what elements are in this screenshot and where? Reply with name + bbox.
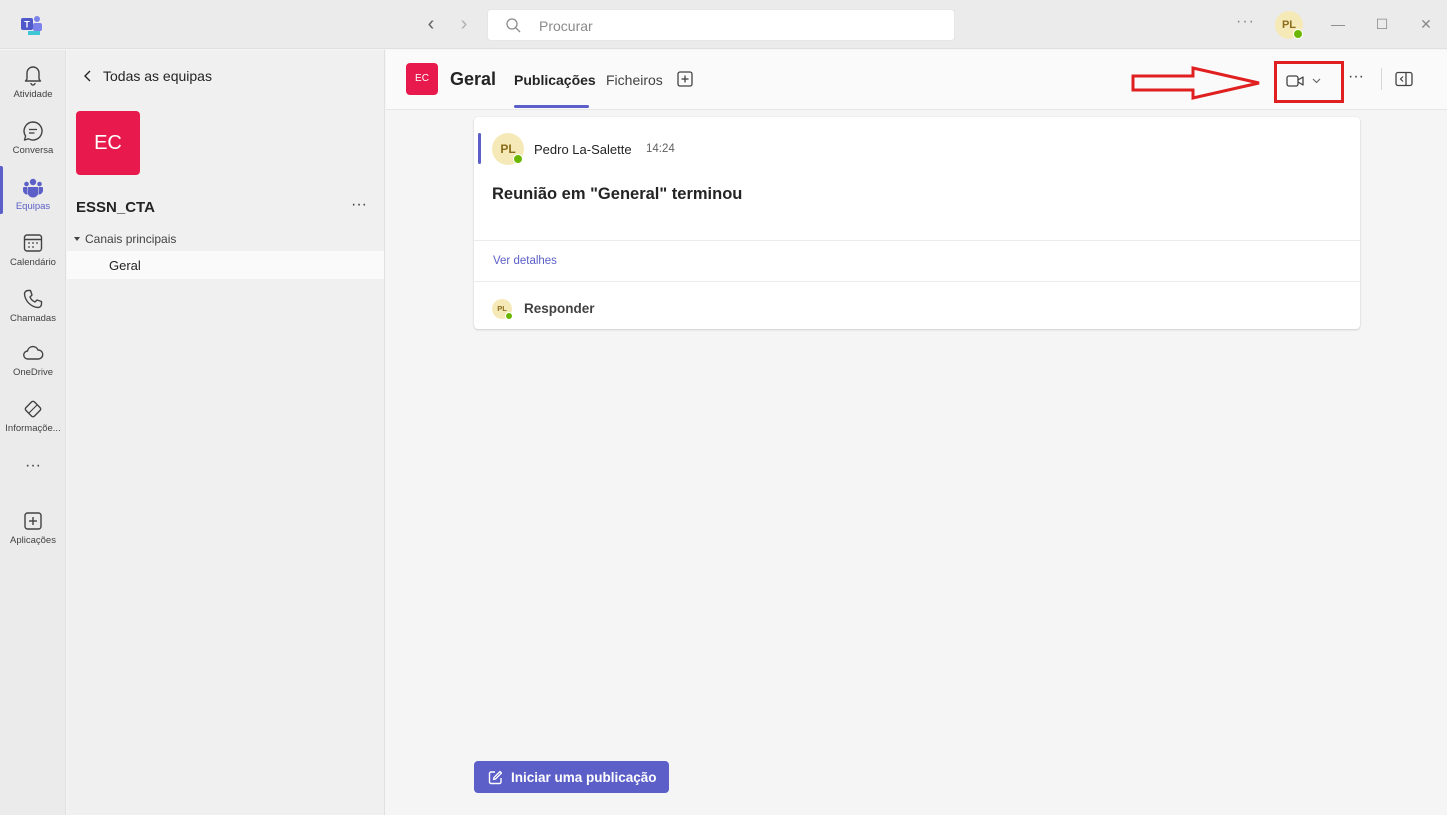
post-timestamp: 14:24 — [646, 143, 675, 155]
post-author-avatar[interactable]: PL — [492, 133, 524, 165]
start-post-label: Iniciar uma publicação — [511, 769, 657, 785]
post-author-name[interactable]: Pedro La-Salette — [534, 142, 632, 157]
channel-title: Geral — [450, 69, 497, 89]
post-body: Reunião em "General" terminou — [492, 185, 743, 203]
post-divider — [474, 281, 1360, 282]
team-name: ESSN_CTA — [76, 199, 155, 216]
reply-button[interactable]: Responder — [524, 301, 595, 316]
plus-square-icon — [24, 512, 42, 530]
teams-icon — [23, 178, 43, 198]
tab-posts[interactable]: Publicações — [514, 72, 596, 88]
teams-logo-icon[interactable]: T — [21, 14, 43, 36]
rail-more-apps[interactable]: ··· — [0, 454, 66, 478]
meet-now-button[interactable] — [1286, 68, 1338, 94]
chevron-left-icon — [84, 70, 91, 82]
close-icon[interactable]: ✕ — [1414, 12, 1438, 36]
search-placeholder: Procurar — [539, 18, 593, 34]
channel-header: EC Geral Publicações Ficheiros ··· — [386, 50, 1447, 110]
channel-more-options-icon[interactable]: ··· — [1348, 68, 1364, 86]
team-more-options-icon[interactable]: ··· — [351, 196, 367, 214]
forward-arrow-icon[interactable]: › — [454, 14, 474, 34]
rail-item-apps[interactable]: Aplicações — [0, 502, 66, 556]
back-label: Todas as equipas — [103, 68, 212, 84]
compose-icon — [488, 770, 503, 784]
channel-team-avatar: EC — [406, 63, 438, 95]
title-bar: T ‹ › Procurar ··· PL — ☐ ✕ — [0, 0, 1447, 49]
team-avatar: EC — [76, 111, 140, 175]
rail-item-calendar[interactable]: Calendário — [0, 224, 66, 278]
back-to-all-teams-button[interactable]: Todas as equipas — [83, 66, 212, 86]
channels-group-label: Canais principais — [85, 232, 177, 246]
phone-icon — [23, 289, 43, 309]
search-input[interactable]: Procurar — [487, 9, 955, 41]
cloud-icon — [23, 345, 44, 360]
maximize-icon[interactable]: ☐ — [1370, 12, 1394, 36]
annotation-arrow-icon — [1131, 66, 1260, 100]
user-avatar[interactable]: PL — [1275, 11, 1303, 39]
channel-item-geral[interactable]: Geral — [67, 251, 384, 279]
post-card[interactable]: PL Pedro La-Salette 14:24 Reunião em "Ge… — [474, 117, 1360, 329]
reply-avatar: PL — [492, 299, 513, 320]
svg-text:T: T — [24, 20, 30, 30]
rail-item-teams[interactable]: Equipas — [0, 168, 66, 222]
add-tab-icon[interactable] — [677, 71, 693, 87]
active-tab-indicator — [514, 105, 589, 108]
header-divider — [1381, 68, 1382, 90]
app-rail: Atividade Conversa Equipas Calendário Ch… — [0, 50, 66, 815]
settings-more-icon[interactable]: ··· — [1236, 13, 1255, 31]
rail-item-onedrive[interactable]: OneDrive — [0, 334, 66, 388]
chat-icon — [23, 121, 43, 141]
view-details-link[interactable]: Ver detalhes — [493, 255, 557, 267]
caret-down-icon — [74, 237, 80, 241]
presence-available-icon — [513, 154, 523, 164]
rail-item-chat[interactable]: Conversa — [0, 112, 66, 166]
presence-available-icon — [505, 312, 513, 320]
rail-item-info-app[interactable]: Informaçõe... — [0, 390, 66, 444]
bell-icon — [24, 66, 42, 86]
open-side-panel-icon[interactable] — [1395, 71, 1413, 87]
post-accent-bar — [478, 133, 481, 164]
post-divider — [474, 240, 1360, 241]
channel-label: Geral — [109, 258, 141, 273]
channel-view: EC Geral Publicações Ficheiros ··· PL Pe… — [386, 50, 1447, 815]
calendar-icon — [23, 234, 43, 252]
presence-available-icon — [1293, 29, 1303, 39]
info-app-icon — [24, 400, 42, 418]
back-arrow-icon[interactable]: ‹ — [421, 14, 441, 34]
chevron-down-icon — [1312, 78, 1321, 84]
start-post-button[interactable]: Iniciar uma publicação — [474, 761, 669, 793]
channels-group-header[interactable]: Canais principais — [73, 232, 176, 246]
rail-item-calls[interactable]: Chamadas — [0, 280, 66, 334]
teams-panel: Todas as equipas EC ESSN_CTA ··· Canais … — [67, 50, 385, 815]
video-camera-icon — [1286, 75, 1304, 87]
rail-item-activity[interactable]: Atividade — [0, 56, 66, 110]
search-icon — [506, 18, 521, 33]
tab-files[interactable]: Ficheiros — [606, 72, 663, 88]
minimize-icon[interactable]: — — [1326, 12, 1350, 36]
